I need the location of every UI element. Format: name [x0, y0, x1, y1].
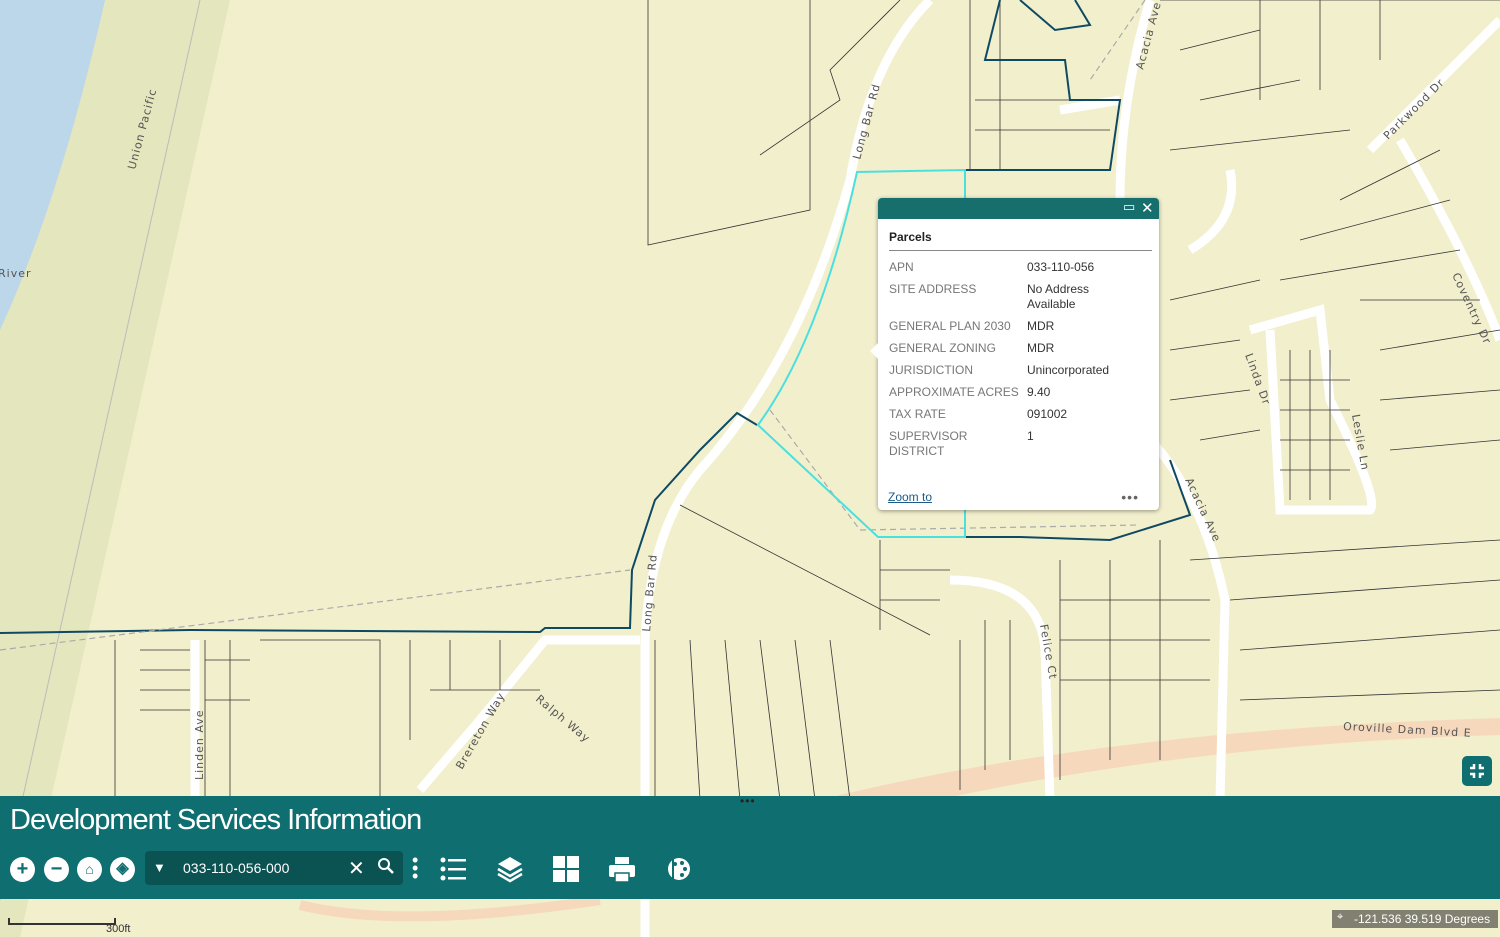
- attribute-row: SITE ADDRESS No Address Available: [889, 281, 1147, 318]
- field-value: MDR: [1027, 341, 1055, 355]
- search-box: ▼ ✕: [145, 851, 403, 885]
- app-toolbar: ••• Development Services Information + −…: [0, 794, 1500, 899]
- basemap-gallery-icon: [553, 856, 579, 882]
- basemap-gallery-button[interactable]: [551, 854, 581, 884]
- street-label: Felice Ct: [1037, 623, 1060, 680]
- field-value: 033-110-056: [1027, 260, 1095, 274]
- resize-handle[interactable]: •••: [740, 794, 756, 808]
- attribute-row: GENERAL ZONING MDR: [889, 340, 1147, 362]
- field-label: GENERAL PLAN 2030: [889, 319, 1011, 333]
- maximize-icon[interactable]: ▭: [1123, 199, 1135, 215]
- home-icon: ⌂: [85, 861, 94, 877]
- field-label: SITE ADDRESS: [889, 282, 977, 296]
- legend-icon: [440, 857, 466, 881]
- locate-button[interactable]: ◈: [110, 857, 135, 882]
- popup-pointer: [870, 343, 878, 359]
- street-label: Ralph Way: [533, 692, 593, 745]
- app-title: Development Services Information: [10, 804, 422, 836]
- clear-search-icon[interactable]: ✕: [348, 856, 365, 881]
- parcel-popup: ▭ ✕ Parcels APN 033-110-056 SITE ADDRESS N…: [870, 198, 1159, 510]
- field-value: 9.40: [1027, 385, 1051, 399]
- field-label: SUPERVISOR DISTRICT: [889, 429, 968, 458]
- coordinates-text: -121.536 39.519 Degrees: [1354, 912, 1491, 926]
- field-label: JURISDICTION: [889, 363, 973, 377]
- popup-header: ▭ ✕: [878, 198, 1159, 219]
- street-label: Long Bar Rd: [850, 82, 883, 161]
- zoom-to-link[interactable]: Zoom to: [888, 490, 932, 504]
- popup-title: Parcels: [889, 230, 1152, 251]
- layers-icon: [497, 857, 523, 883]
- zoom-in-icon: +: [16, 858, 29, 880]
- street-label: Long Bar Rd: [640, 553, 660, 632]
- field-value: 1: [1027, 429, 1034, 443]
- street-label: Linden Ave: [193, 709, 206, 780]
- close-icon[interactable]: ✕: [1141, 199, 1154, 217]
- field-value: No Address Available: [1027, 282, 1090, 311]
- attribute-row: SUPERVISOR DISTRICT 1: [889, 428, 1147, 465]
- print-button[interactable]: [607, 854, 637, 884]
- home-button[interactable]: ⌂: [77, 857, 102, 882]
- search-source-dropdown[interactable]: ▼: [153, 860, 166, 875]
- field-value: Unincorporated: [1027, 363, 1110, 377]
- legend-button[interactable]: [438, 854, 468, 884]
- theme-button[interactable]: [663, 854, 693, 884]
- more-tools-icon[interactable]: • • •: [412, 851, 418, 885]
- attribute-row: APPROXIMATE ACRES 9.40: [889, 384, 1147, 406]
- field-label: TAX RATE: [889, 407, 946, 421]
- field-label: APPROXIMATE ACRES: [889, 385, 1019, 399]
- scale-label: 300ft: [106, 923, 131, 935]
- highway-2: [298, 895, 601, 922]
- field-label: GENERAL ZONING: [889, 341, 996, 355]
- zoom-in-button[interactable]: +: [10, 857, 35, 882]
- attribute-row: JURISDICTION Unincorporated: [889, 362, 1147, 384]
- zoom-out-icon: −: [50, 858, 63, 880]
- attribute-row: TAX RATE 091002: [889, 406, 1147, 428]
- field-value: MDR: [1027, 319, 1055, 333]
- attribute-row: GENERAL PLAN 2030 MDR: [889, 318, 1147, 340]
- more-options-button[interactable]: •••: [1121, 489, 1139, 505]
- scale-bar: [8, 918, 116, 925]
- field-value: 091002: [1027, 407, 1068, 421]
- layers-button[interactable]: [495, 854, 525, 884]
- parcel-lines: [114, 0, 1500, 801]
- collapse-icon: [1470, 764, 1484, 778]
- locate-icon: ◈: [116, 860, 129, 877]
- palette-icon: [668, 858, 690, 880]
- search-icon[interactable]: [377, 857, 395, 880]
- street-label: Brereton Way: [453, 690, 508, 771]
- attribute-table: APN 033-110-056 SITE ADDRESS No Address Av…: [889, 259, 1147, 465]
- coordinate-readout: ⌖ -121.536 39.519 Degrees: [1332, 910, 1499, 928]
- zoom-out-button[interactable]: −: [44, 857, 69, 882]
- street-label: Parkwood Dr: [1381, 76, 1447, 142]
- exit-fullscreen-button[interactable]: [1462, 756, 1492, 786]
- crosshair-icon[interactable]: ⌖: [1337, 911, 1343, 924]
- attribute-row: APN 033-110-056: [889, 259, 1147, 281]
- field-label: APN: [889, 260, 914, 274]
- river-label: River: [0, 267, 32, 280]
- print-icon: [609, 857, 635, 883]
- search-input[interactable]: [183, 858, 343, 878]
